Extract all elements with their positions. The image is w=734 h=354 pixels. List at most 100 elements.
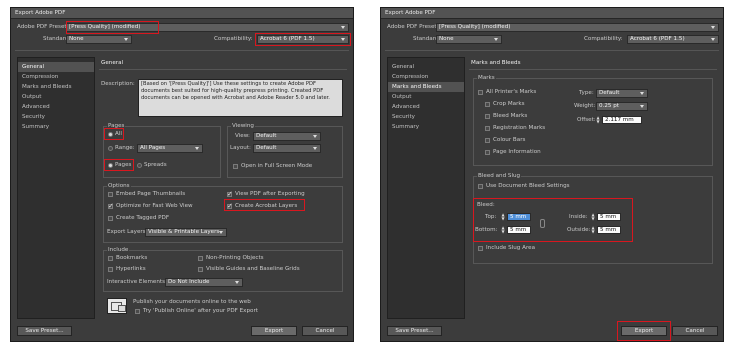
viewing-title: Viewing bbox=[231, 122, 255, 131]
embed-thumbnails-checkbox[interactable] bbox=[108, 192, 113, 197]
hyperlinks-checkbox[interactable] bbox=[108, 267, 113, 272]
dialog-title: Export Adobe PDF bbox=[11, 8, 353, 19]
top-field[interactable]: 5 mm bbox=[507, 213, 531, 221]
preset-select[interactable]: [Press Quality] (modified) bbox=[436, 23, 719, 32]
spreads-radio[interactable] bbox=[137, 163, 142, 168]
offset-label: Offset: bbox=[577, 117, 596, 123]
include-slug-checkbox[interactable] bbox=[478, 246, 483, 251]
sidebar-item-advanced[interactable]: Advanced bbox=[388, 102, 464, 112]
top-stepper[interactable]: ▲ ▼ bbox=[501, 213, 505, 221]
sidebar-item-compression[interactable]: Compression bbox=[388, 72, 464, 82]
sidebar-item-compression[interactable]: Compression bbox=[18, 72, 94, 82]
crop-marks-checkbox[interactable] bbox=[485, 102, 490, 107]
registration-marks-checkbox[interactable] bbox=[485, 126, 490, 131]
bleed-slug-title: Bleed and Slug bbox=[477, 172, 522, 181]
save-preset-button[interactable]: Save Preset... bbox=[387, 326, 442, 336]
preset-label: Adobe PDF Preset: bbox=[387, 24, 439, 30]
spreads-label: Spreads bbox=[144, 162, 167, 168]
use-document-bleed-checkbox[interactable] bbox=[478, 184, 483, 189]
section-divider bbox=[469, 69, 717, 70]
bleed-marks-checkbox[interactable] bbox=[485, 114, 490, 119]
layout-label: Layout: bbox=[230, 145, 251, 151]
page-information-checkbox[interactable] bbox=[485, 150, 490, 155]
sidebar-item-summary[interactable]: Summary bbox=[388, 122, 464, 132]
layout-select[interactable]: Default bbox=[253, 144, 321, 153]
page-information-label: Page Information bbox=[493, 149, 541, 155]
fullscreen-checkbox[interactable] bbox=[233, 164, 238, 169]
export-layers-select[interactable]: Visible & Printable Layers bbox=[145, 228, 227, 237]
nonprinting-checkbox[interactable] bbox=[198, 256, 203, 261]
guides-checkbox[interactable] bbox=[198, 267, 203, 272]
standard-select[interactable]: None bbox=[66, 35, 132, 44]
include-slug-label: Include Slug Area bbox=[486, 245, 535, 251]
marks-title: Marks bbox=[477, 74, 496, 83]
top-label: Top: bbox=[485, 214, 497, 220]
interactive-label: Interactive Elements: bbox=[107, 279, 167, 285]
optimize-label: Optimize for Fast Web View bbox=[116, 203, 193, 209]
pages-range-radio[interactable] bbox=[108, 146, 113, 151]
weight-select[interactable]: 0.25 pt bbox=[596, 102, 648, 111]
tagged-pdf-label: Create Tagged PDF bbox=[116, 215, 170, 221]
section-title: General bbox=[101, 60, 124, 66]
sidebar-item-security[interactable]: Security bbox=[18, 112, 94, 122]
inside-field[interactable]: 5 mm bbox=[597, 213, 621, 221]
link-icon[interactable] bbox=[540, 219, 545, 228]
save-preset-button[interactable]: Save Preset... bbox=[17, 326, 72, 336]
publish-line2: Try 'Publish Online' after your PDF Expo… bbox=[143, 308, 258, 314]
sidebar-item-security[interactable]: Security bbox=[388, 112, 464, 122]
publish-online-checkbox[interactable] bbox=[135, 309, 140, 314]
sidebar-item-marks-and-bleeds[interactable]: Marks and Bleeds bbox=[388, 82, 464, 92]
cancel-button[interactable]: Cancel bbox=[672, 326, 718, 336]
description-text[interactable]: [Based on '[Press Quality]'] Use these s… bbox=[138, 79, 343, 117]
guides-label: Visible Guides and Baseline Grids bbox=[206, 266, 300, 272]
section-title: Marks and Bleeds bbox=[471, 60, 521, 66]
standard-select[interactable]: None bbox=[436, 35, 502, 44]
colour-bars-checkbox[interactable] bbox=[485, 138, 490, 143]
range-label: Range: bbox=[115, 145, 135, 151]
type-label: Type: bbox=[579, 90, 594, 96]
highlight-pages bbox=[104, 159, 134, 171]
cancel-button[interactable]: Cancel bbox=[302, 326, 348, 336]
outside-stepper[interactable]: ▲ ▼ bbox=[591, 226, 595, 234]
offset-field[interactable]: 2.117 mm bbox=[602, 116, 642, 124]
bookmarks-checkbox[interactable] bbox=[108, 256, 113, 261]
range-select[interactable]: All Pages bbox=[137, 144, 203, 153]
outside-field[interactable]: 5 mm bbox=[597, 226, 621, 234]
sidebar-item-summary[interactable]: Summary bbox=[18, 122, 94, 132]
dialog-title: Export Adobe PDF bbox=[381, 8, 723, 19]
compatibility-select[interactable]: Acrobat 6 (PDF 1.5) bbox=[627, 35, 719, 44]
embed-thumbnails-label: Embed Page Thumbnails bbox=[116, 191, 186, 197]
section-divider bbox=[99, 69, 347, 70]
fullscreen-label: Open in Full Screen Mode bbox=[241, 163, 313, 169]
bottom-stepper[interactable]: ▲ ▼ bbox=[501, 226, 505, 234]
inside-label: Inside: bbox=[569, 214, 588, 220]
offset-stepper[interactable]: ▲ ▼ bbox=[596, 116, 600, 124]
weight-label: Weight: bbox=[574, 103, 596, 109]
sidebar: General Compression Marks and Bleeds Out… bbox=[387, 57, 465, 319]
highlight-compatibility bbox=[255, 33, 351, 46]
bottom-field[interactable]: 5 mm bbox=[507, 226, 531, 234]
divider bbox=[15, 50, 349, 51]
export-button[interactable]: Export bbox=[251, 326, 297, 336]
sidebar-item-advanced[interactable]: Advanced bbox=[18, 102, 94, 112]
optimize-checkbox[interactable] bbox=[108, 202, 114, 210]
divider bbox=[385, 50, 719, 51]
sidebar-item-marks-and-bleeds[interactable]: Marks and Bleeds bbox=[18, 82, 94, 92]
bottom-label: Bottom: bbox=[475, 227, 498, 233]
sidebar-item-general[interactable]: General bbox=[388, 62, 464, 72]
publish-line1: Publish your documents online to the web bbox=[133, 299, 251, 305]
preset-label: Adobe PDF Preset: bbox=[17, 24, 69, 30]
inside-stepper[interactable]: ▲ ▼ bbox=[591, 213, 595, 221]
hyperlinks-label: Hyperlinks bbox=[116, 266, 146, 272]
tagged-pdf-checkbox[interactable] bbox=[108, 216, 113, 221]
all-printers-marks-checkbox[interactable] bbox=[478, 90, 483, 95]
highlight-all bbox=[104, 128, 124, 140]
type-select[interactable]: Default bbox=[596, 89, 648, 98]
sidebar-item-general[interactable]: General bbox=[18, 62, 94, 72]
view-after-checkbox[interactable] bbox=[227, 190, 233, 198]
sidebar-item-output[interactable]: Output bbox=[18, 92, 94, 102]
interactive-select[interactable]: Do Not Include bbox=[165, 278, 243, 287]
sidebar-item-output[interactable]: Output bbox=[388, 92, 464, 102]
view-select[interactable]: Default bbox=[253, 132, 321, 141]
export-layers-label: Export Layers: bbox=[107, 229, 148, 235]
